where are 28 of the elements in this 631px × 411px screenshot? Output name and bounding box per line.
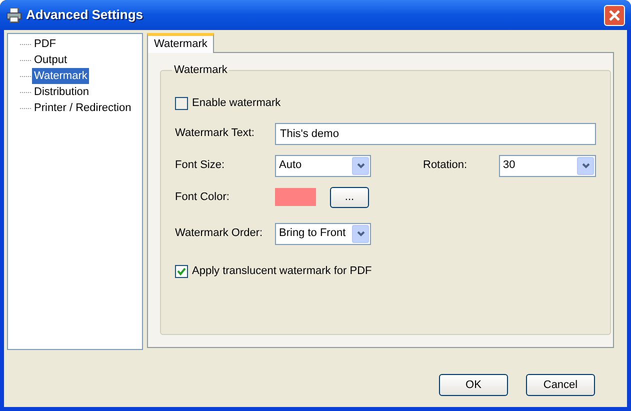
dropdown[interactable]: Bring to Front xyxy=(275,222,371,244)
close-button[interactable] xyxy=(604,4,625,26)
tree-item[interactable]: PDF xyxy=(32,36,58,52)
window-title: Advanced Settings xyxy=(26,6,144,24)
tree-item[interactable]: Distribution xyxy=(32,84,92,100)
tree-item[interactable]: Printer / Redirection xyxy=(32,100,134,116)
dialog-button[interactable]: OK xyxy=(439,374,508,396)
field-label: Font Size: xyxy=(175,158,226,174)
field-label: Watermark Order: xyxy=(175,226,264,242)
dropdown[interactable]: Auto xyxy=(275,154,371,176)
field-label: Watermark Text: xyxy=(175,126,256,142)
group-title: Watermark xyxy=(173,63,228,78)
tab[interactable]: Watermark xyxy=(147,33,214,53)
checkbox[interactable] xyxy=(175,96,188,110)
tree-item[interactable]: Output xyxy=(32,52,70,68)
color-swatch[interactable] xyxy=(275,188,316,206)
field-label: Rotation: xyxy=(423,158,468,174)
field-label: Font Color: xyxy=(175,190,230,205)
text-field[interactable]: This's demo xyxy=(275,122,596,144)
close-icon xyxy=(609,10,620,20)
color-picker-button[interactable]: ... xyxy=(330,186,369,208)
printer-icon xyxy=(6,7,22,23)
checkbox-label: Enable watermark xyxy=(192,96,281,111)
checkbox[interactable] xyxy=(175,264,188,278)
checkbox-label: Apply translucent watermark for PDF xyxy=(192,264,372,279)
tree-item[interactable]: Watermark xyxy=(32,68,90,84)
dropdown[interactable]: 30 xyxy=(499,154,596,176)
dialog-button[interactable]: Cancel xyxy=(526,374,595,396)
